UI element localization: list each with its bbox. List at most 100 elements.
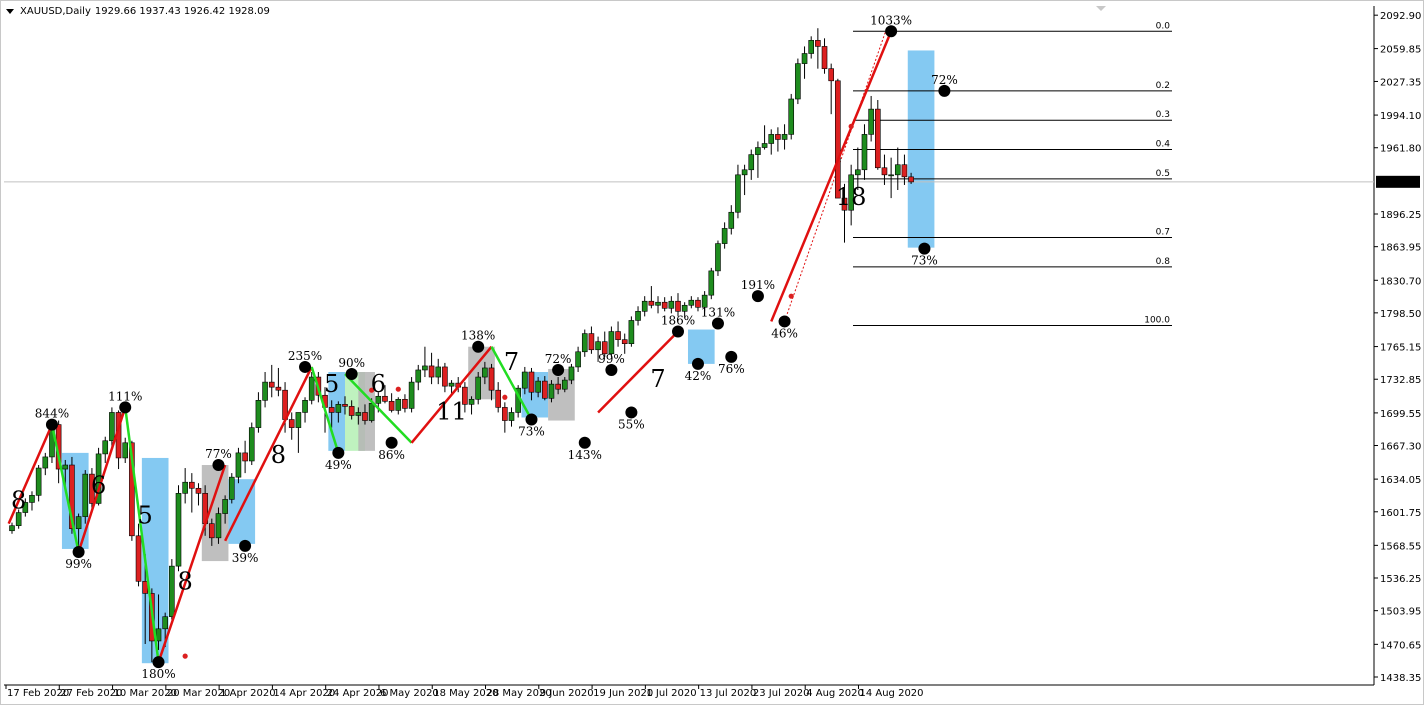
pivot-percent-label: 143% xyxy=(568,448,602,462)
chart-shift-icon xyxy=(1096,6,1106,11)
pivot-percent-label: 72% xyxy=(545,352,572,366)
candle-body xyxy=(788,98,795,135)
signal-dot xyxy=(395,386,401,392)
pivot-percent-label: 844% xyxy=(35,407,69,421)
y-tick-label: 1536.25 xyxy=(1380,574,1421,585)
y-tick-label: 2059.85 xyxy=(1380,45,1421,56)
candle-body xyxy=(868,108,874,135)
x-tick-label: 14 Aug 2020 xyxy=(859,688,923,699)
candle-body xyxy=(721,228,728,244)
candle-body xyxy=(908,176,914,183)
x-tick-label: 1 Apr 2020 xyxy=(220,688,275,699)
y-tick-label: 1896.25 xyxy=(1380,210,1421,221)
pivot-percent-label: 235% xyxy=(288,349,322,363)
wave-count-label: 8 xyxy=(271,441,286,469)
candle-body xyxy=(695,299,701,308)
candle-body xyxy=(388,401,395,411)
candle-body xyxy=(615,331,621,340)
candle-body xyxy=(855,169,861,176)
candle-body xyxy=(435,366,442,378)
pivot-percent-label: 111% xyxy=(108,389,142,403)
candle-body xyxy=(415,369,422,383)
candlestick-chart[interactable]: 0.0 0.2 0.3 0.4 0.5 0.7 0.8 100.0 844% 99% 111% 180… xyxy=(0,0,1424,705)
candle-body xyxy=(355,412,362,416)
candle-body xyxy=(548,383,555,399)
candle-body xyxy=(488,367,495,391)
candle-body xyxy=(209,523,215,539)
candle-body xyxy=(821,46,828,69)
candle-body xyxy=(162,616,168,630)
candle-body xyxy=(222,499,228,514)
candle-body xyxy=(228,476,235,500)
candle-body xyxy=(828,68,834,82)
candle-body xyxy=(728,211,735,229)
y-tick-label: 1994.10 xyxy=(1380,111,1421,122)
pivot-percent-label: 138% xyxy=(461,329,495,343)
candle-body xyxy=(268,381,275,388)
candle-body xyxy=(568,366,575,381)
candle-body xyxy=(775,134,781,140)
y-tick-label: 1634.05 xyxy=(1380,475,1421,486)
candle-body xyxy=(748,154,755,171)
y-tick-label: 1798.50 xyxy=(1380,309,1421,320)
candle-body xyxy=(402,398,408,409)
candle-body xyxy=(555,383,561,390)
candle-body xyxy=(195,487,202,494)
candle-body xyxy=(242,452,248,462)
pivot-percent-label: 42% xyxy=(685,369,712,383)
candle-body xyxy=(308,376,315,401)
wave-count-label: 8 xyxy=(11,486,26,514)
x-tick-label: 6 May 2020 xyxy=(380,688,439,699)
candle-body xyxy=(302,400,308,413)
candle-body xyxy=(15,512,22,526)
y-tick-label: 1732.85 xyxy=(1380,375,1421,386)
candle-body xyxy=(42,456,49,469)
current-price-label: 1928.09 xyxy=(1378,178,1419,189)
candle-body xyxy=(475,376,482,400)
candle-body xyxy=(362,412,368,421)
candle-body xyxy=(648,300,655,306)
candle-body xyxy=(189,481,195,489)
y-tick-label: 1568.55 xyxy=(1380,541,1421,552)
x-tick-label: 1 Jul 2020 xyxy=(646,688,696,699)
pivot-percent-label: 55% xyxy=(618,417,645,431)
y-tick-label: 2027.35 xyxy=(1380,77,1421,88)
candle-body xyxy=(675,300,681,312)
candle-body xyxy=(155,628,162,642)
pivot-percent-label: 86% xyxy=(378,448,405,462)
y-tick-label: 1601.75 xyxy=(1380,508,1421,519)
x-tick-label: 9 Jun 2020 xyxy=(540,688,594,699)
dropdown-triangle-icon[interactable] xyxy=(6,9,14,14)
fib-level-label: 0.3 xyxy=(1156,110,1170,120)
candle-body xyxy=(428,365,435,378)
y-tick-label: 1667.30 xyxy=(1380,442,1421,453)
candle-body xyxy=(801,53,808,64)
y-tick-label: 2092.90 xyxy=(1380,11,1421,22)
candle-body xyxy=(901,164,908,178)
candle-body xyxy=(541,380,548,399)
wave-count-label: 7 xyxy=(504,348,519,376)
pivot-percent-label: 186% xyxy=(661,314,695,328)
candle-body xyxy=(708,270,715,296)
candle-body xyxy=(442,366,448,387)
candle-body xyxy=(35,467,42,496)
candle-body xyxy=(408,381,415,409)
candle-body xyxy=(468,398,475,405)
y-tick-label: 1699.55 xyxy=(1380,409,1421,420)
candle-body xyxy=(135,535,142,582)
pivot-percent-label: 39% xyxy=(232,551,259,565)
x-tick-label: 19 Jun 2020 xyxy=(593,688,653,699)
candle-body xyxy=(874,108,881,169)
candle-body xyxy=(328,407,335,413)
candle-body xyxy=(861,134,868,171)
y-tick-label: 1961.80 xyxy=(1380,144,1421,155)
candle-body xyxy=(588,333,595,351)
candle-body xyxy=(448,382,455,387)
candle-body xyxy=(262,381,268,401)
candle-body xyxy=(761,143,768,148)
pivot-percent-label: 99% xyxy=(598,352,625,366)
y-tick-label: 1503.95 xyxy=(1380,607,1421,618)
candle-body xyxy=(182,481,188,494)
candle-body xyxy=(342,404,348,407)
candle-body xyxy=(641,300,648,312)
